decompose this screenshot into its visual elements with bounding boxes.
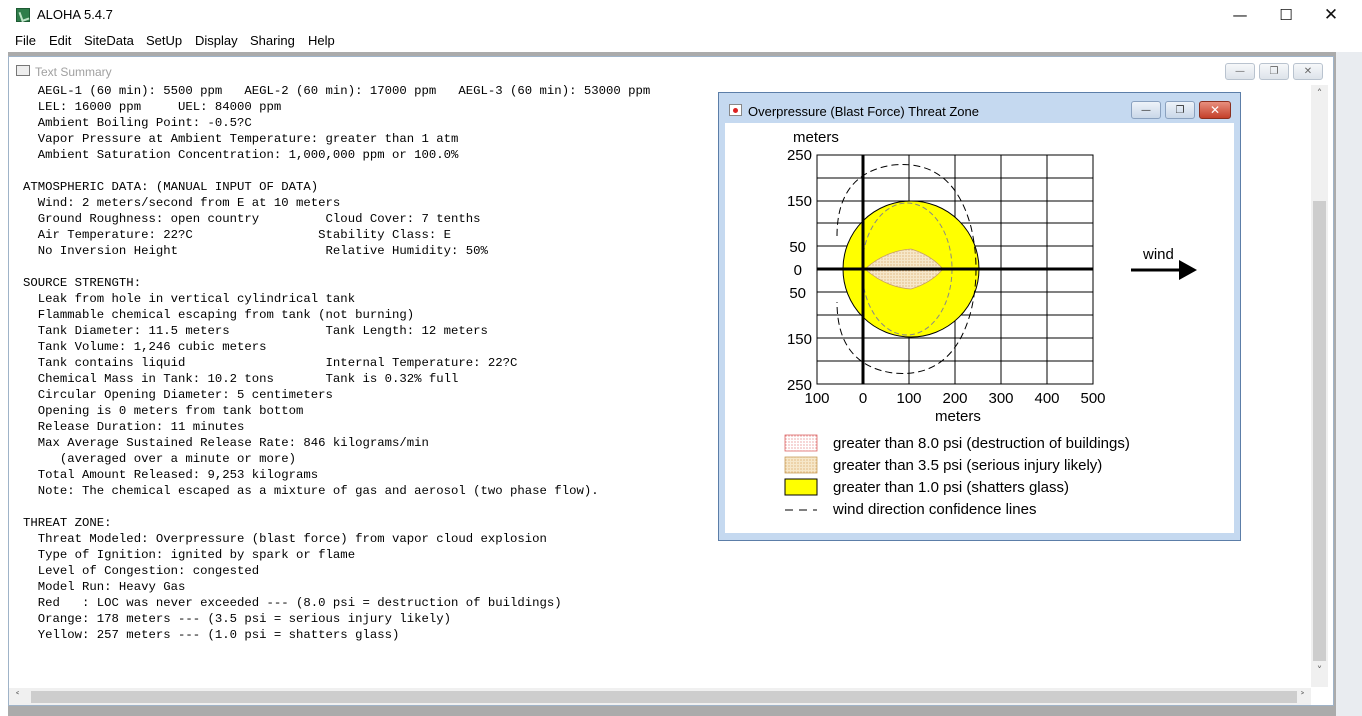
text-summary-title: Text Summary — [35, 65, 112, 79]
text-summary-minimize-button[interactable]: — — [1225, 63, 1255, 80]
wind-arrow-icon — [1131, 260, 1197, 280]
vertical-scrollbar[interactable]: ˄ ˅ — [1311, 85, 1328, 687]
threat-zone-plot-area: meters meters 250 150 50 0 50 150 250 10… — [725, 123, 1234, 533]
threat-zone-restore-button[interactable]: ❐ — [1165, 101, 1195, 119]
legend-label-3psi: greater than 3.5 psi (serious injury lik… — [833, 457, 1102, 474]
menu-sharing[interactable]: Sharing — [250, 33, 295, 48]
x-tick-label: 100 — [804, 390, 829, 407]
y-tick-label: 150 — [787, 331, 812, 348]
window-title: ALOHA 5.4.7 — [37, 7, 113, 22]
x-tick-label: 100 — [896, 390, 921, 407]
summary-line: Yellow: 257 meters --- (1.0 psi = shatte… — [23, 628, 400, 642]
menu-setup[interactable]: SetUp — [146, 33, 182, 48]
close-button[interactable]: ✕ — [1308, 0, 1354, 30]
summary-line: Red : LOC was never exceeded --- (8.0 ps… — [23, 596, 562, 610]
y-tick-label: 150 — [787, 193, 812, 210]
y-tick-label: 250 — [787, 147, 812, 164]
menu-help[interactable]: Help — [308, 33, 335, 48]
maximize-button[interactable]: ☐ — [1263, 0, 1309, 30]
y-tick-label: 50 — [789, 285, 806, 302]
summary-line: Type of Ignition: ignited by spark or fl… — [23, 548, 356, 562]
x-tick-label: 400 — [1034, 390, 1059, 407]
y-tick-label: 50 — [789, 239, 806, 256]
summary-line: Orange: 178 meters --- (3.5 psi = seriou… — [23, 612, 452, 626]
text-summary-close-button[interactable]: ✕ — [1293, 63, 1323, 80]
legend-label-wind-lines: wind direction confidence lines — [832, 501, 1036, 518]
menu-display[interactable]: Display — [195, 33, 238, 48]
threat-zone-window-icon — [729, 104, 742, 116]
x-tick-label: 200 — [942, 390, 967, 407]
aloha-app-icon — [16, 8, 30, 22]
x-tick-label: 500 — [1080, 390, 1105, 407]
legend-swatch-1psi — [784, 478, 818, 496]
horizontal-scroll-thumb[interactable] — [31, 691, 1297, 703]
threat-zone-title-bar[interactable]: Overpressure (Blast Force) Threat Zone —… — [719, 93, 1240, 121]
summary-line: Level of Congestion: congested — [23, 564, 260, 578]
wind-label: wind — [1142, 246, 1174, 263]
legend: greater than 8.0 psi (destruction of bui… — [784, 434, 1130, 518]
menu-edit[interactable]: Edit — [49, 33, 71, 48]
y-axis-unit: meters — [793, 129, 839, 146]
text-window-icon — [16, 65, 30, 76]
legend-swatch-3psi — [784, 456, 818, 474]
title-bar: ALOHA 5.4.7 — ☐ ✕ — [0, 0, 1362, 30]
menu-bar: File Edit SiteData SetUp Display Sharing… — [8, 30, 1362, 52]
menu-file[interactable]: File — [15, 33, 36, 48]
scroll-down-arrow-icon[interactable]: ˅ — [1311, 662, 1328, 679]
threat-zone-window: Overpressure (Blast Force) Threat Zone —… — [718, 92, 1241, 541]
legend-label-8psi: greater than 8.0 psi (destruction of bui… — [833, 435, 1130, 452]
x-tick-label: 0 — [859, 390, 867, 407]
x-axis-unit: meters — [935, 408, 981, 425]
vertical-scroll-thumb[interactable] — [1313, 201, 1326, 661]
scroll-left-arrow-icon[interactable]: ˂ — [9, 688, 26, 705]
threat-zone-minimize-button[interactable]: — — [1131, 101, 1161, 119]
x-tick-label: 300 — [988, 390, 1013, 407]
desktop-edge — [1336, 52, 1362, 716]
y-tick-labels: 250 150 50 0 50 150 250 — [787, 147, 812, 394]
scroll-right-arrow-icon[interactable]: ˃ — [1294, 688, 1311, 705]
threat-zone-plot: meters meters 250 150 50 0 50 150 250 10… — [784, 129, 1197, 518]
x-tick-labels: 100 0 100 200 300 400 500 — [804, 390, 1105, 407]
horizontal-scrollbar[interactable]: ˂ ˃ — [9, 688, 1311, 705]
legend-swatch-8psi — [784, 434, 818, 452]
menu-sitedata[interactable]: SiteData — [84, 33, 134, 48]
text-summary-title-bar[interactable]: Text Summary — ❐ ✕ — [9, 57, 1333, 85]
scroll-up-arrow-icon[interactable]: ˄ — [1311, 85, 1328, 102]
y-tick-label: 0 — [794, 262, 802, 279]
summary-line: Model Run: Heavy Gas — [23, 580, 186, 594]
minimize-button[interactable]: — — [1217, 0, 1263, 30]
legend-label-1psi: greater than 1.0 psi (shatters glass) — [833, 479, 1069, 496]
text-summary-restore-button[interactable]: ❐ — [1259, 63, 1289, 80]
threat-zone-title: Overpressure (Blast Force) Threat Zone — [748, 104, 979, 119]
threat-zone-close-button[interactable]: ✕ — [1199, 101, 1231, 119]
